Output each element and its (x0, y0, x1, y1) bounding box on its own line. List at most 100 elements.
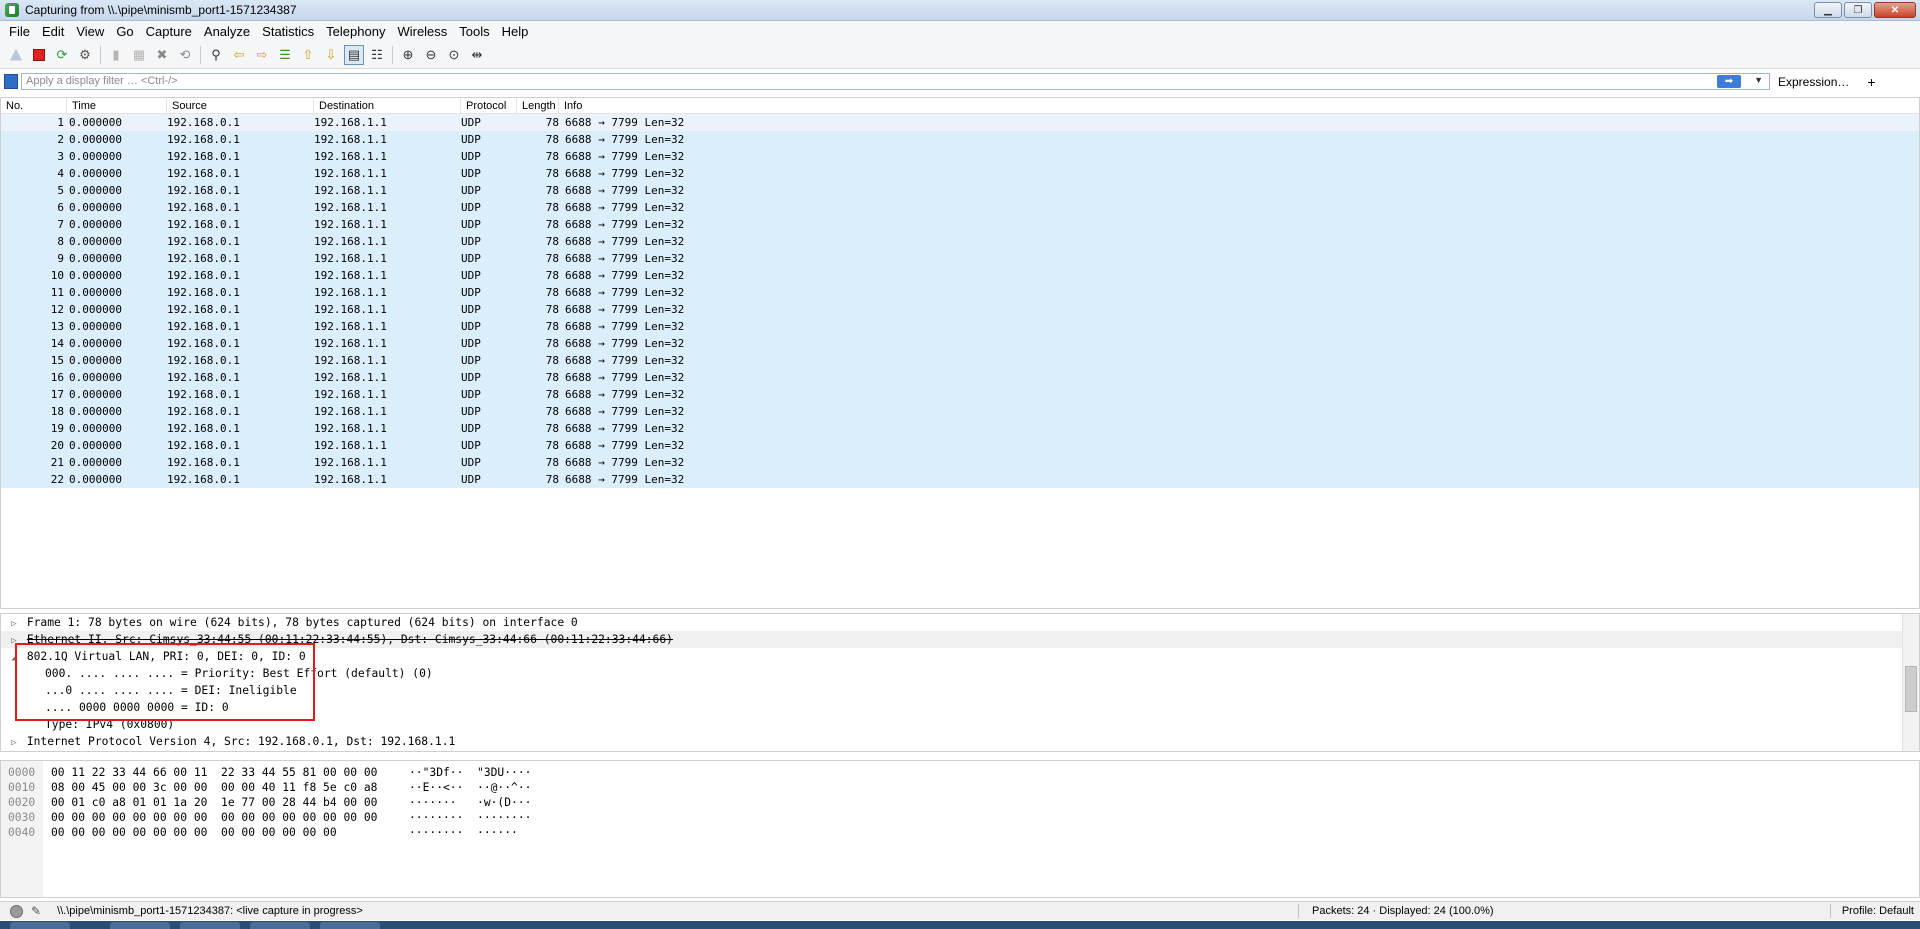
menu-edit[interactable]: Edit (36, 24, 70, 39)
packet-row[interactable]: 10 0.000000 192.168.0.1 192.168.1.1 UDP 78 668… (1, 267, 1919, 284)
cell-info: 6688 → 7799 Len=32 (565, 473, 685, 486)
cell-info: 6688 → 7799 Len=32 (565, 252, 685, 265)
expand-arrow-icon[interactable]: ▷ (8, 735, 20, 752)
detail-frame[interactable]: ▷ Frame 1: 78 bytes on wire (624 bits), … (1, 614, 1919, 631)
packet-row[interactable]: 1 0.000000 192.168.0.1 192.168.1.1 UDP 78 6688… (1, 114, 1919, 131)
taskbar-button[interactable] (250, 922, 310, 929)
details-scrollbar[interactable] (1902, 614, 1919, 751)
close-file-icon[interactable]: ✖ (152, 45, 172, 65)
filter-bookmark-icon[interactable] (4, 74, 18, 89)
start-capture-icon[interactable] (6, 45, 26, 65)
column-header-destination[interactable]: Destination (314, 98, 461, 113)
packet-row[interactable]: 8 0.000000 192.168.0.1 192.168.1.1 UDP 78 6688… (1, 233, 1919, 250)
cell-source: 192.168.0.1 (167, 456, 240, 469)
packet-row[interactable]: 21 0.000000 192.168.0.1 192.168.1.1 UDP 78 668… (1, 454, 1919, 471)
open-file-icon[interactable]: ▮ (106, 45, 126, 65)
bytes-row[interactable]: 0040 00 00 00 00 00 00 00 00 00 00 00 00 … (1, 825, 1919, 840)
stop-capture-icon[interactable] (29, 45, 49, 65)
cell-destination: 192.168.1.1 (314, 235, 387, 248)
cell-length: 78 (545, 371, 559, 384)
packet-row[interactable]: 14 0.000000 192.168.0.1 192.168.1.1 UDP 78 668… (1, 335, 1919, 352)
normal-size-icon[interactable]: ⊙ (444, 45, 464, 65)
taskbar-button[interactable] (110, 922, 170, 929)
column-header-no[interactable]: No. (1, 98, 67, 113)
add-filter-button[interactable]: + (1867, 74, 1875, 90)
cell-info: 6688 → 7799 Len=32 (565, 405, 685, 418)
zoom-in-icon[interactable]: ⊕ (398, 45, 418, 65)
menu-telephony[interactable]: Telephony (320, 24, 391, 39)
autoscroll-icon[interactable]: ▤ (344, 44, 364, 65)
display-filter-input[interactable]: Apply a display filter … <Ctrl-/> ➡ ▼ (21, 73, 1770, 90)
byte-hex: 00 00 00 00 00 00 00 00 00 00 00 00 00 0… (51, 826, 337, 839)
menu-help[interactable]: Help (496, 24, 535, 39)
cell-time: 0.000000 (69, 405, 122, 418)
expression-button[interactable]: Expression… (1778, 75, 1849, 89)
packet-row[interactable]: 7 0.000000 192.168.0.1 192.168.1.1 UDP 78 6688… (1, 216, 1919, 233)
packet-row[interactable]: 20 0.000000 192.168.0.1 192.168.1.1 UDP 78 668… (1, 437, 1919, 454)
packet-row[interactable]: 4 0.000000 192.168.0.1 192.168.1.1 UDP 78 6688… (1, 165, 1919, 182)
packet-row[interactable]: 15 0.000000 192.168.0.1 192.168.1.1 UDP 78 668… (1, 352, 1919, 369)
go-first-icon[interactable]: ⇧ (298, 45, 318, 65)
menu-go[interactable]: Go (110, 24, 139, 39)
restart-capture-icon[interactable]: ⟳ (52, 45, 72, 65)
go-back-icon[interactable]: ⇦ (229, 45, 249, 65)
menu-tools[interactable]: Tools (453, 24, 495, 39)
packet-row[interactable]: 6 0.000000 192.168.0.1 192.168.1.1 UDP 78 6688… (1, 199, 1919, 216)
menu-analyze[interactable]: Analyze (198, 24, 256, 39)
taskbar-button[interactable] (180, 922, 240, 929)
menu-statistics[interactable]: Statistics (256, 24, 320, 39)
menu-capture[interactable]: Capture (140, 24, 198, 39)
reload-file-icon[interactable]: ⟲ (175, 45, 195, 65)
go-forward-icon[interactable]: ⇨ (252, 45, 272, 65)
restore-icon[interactable]: ❐ (1844, 2, 1872, 18)
column-header-source[interactable]: Source (167, 98, 314, 113)
capture-options-icon[interactable]: ⚙ (75, 45, 95, 65)
column-header-length[interactable]: Length (517, 98, 559, 113)
taskbar-button[interactable] (320, 922, 380, 929)
menu-file[interactable]: File (3, 24, 36, 39)
packet-row[interactable]: 9 0.000000 192.168.0.1 192.168.1.1 UDP 78 6688… (1, 250, 1919, 267)
bytes-row[interactable]: 0010 08 00 45 00 00 3c 00 00 00 00 40 11 … (1, 780, 1919, 795)
find-packet-icon[interactable]: ⚲ (206, 45, 226, 65)
chevron-down-icon[interactable]: ▼ (1754, 75, 1763, 85)
close-icon[interactable]: ✕ (1874, 2, 1916, 18)
column-header-info[interactable]: Info (559, 98, 1919, 113)
bytes-row[interactable]: 0000 00 11 22 33 44 66 00 11 22 33 44 55 … (1, 765, 1919, 780)
apply-arrow-icon[interactable]: ➡ (1717, 75, 1741, 88)
go-last-icon[interactable]: ⇩ (321, 45, 341, 65)
column-header-protocol[interactable]: Protocol (461, 98, 517, 113)
packet-row[interactable]: 17 0.000000 192.168.0.1 192.168.1.1 UDP 78 668… (1, 386, 1919, 403)
menu-wireless[interactable]: Wireless (391, 24, 453, 39)
taskbar-button[interactable] (10, 922, 70, 929)
resize-columns-icon[interactable]: ⇹ (467, 45, 487, 65)
packet-bytes-pane[interactable]: 0000 00 11 22 33 44 66 00 11 22 33 44 55 … (0, 760, 1920, 898)
save-file-icon[interactable]: ▦ (129, 45, 149, 65)
column-header-time[interactable]: Time (67, 98, 167, 113)
menu-view[interactable]: View (70, 24, 110, 39)
bytes-row[interactable]: 0020 00 01 c0 a8 01 01 1a 20 1e 77 00 28 … (1, 795, 1919, 810)
packet-row[interactable]: 19 0.000000 192.168.0.1 192.168.1.1 UDP 78 668… (1, 420, 1919, 437)
go-to-packet-icon[interactable]: ☰ (275, 45, 295, 65)
minimize-icon[interactable]: ▁ (1814, 2, 1842, 18)
packet-row[interactable]: 11 0.000000 192.168.0.1 192.168.1.1 UDP 78 668… (1, 284, 1919, 301)
packet-row[interactable]: 2 0.000000 192.168.0.1 192.168.1.1 UDP 78 6688… (1, 131, 1919, 148)
detail-ipv4[interactable]: ▷ Internet Protocol Version 4, Src: 192.… (1, 733, 1919, 750)
colorize-icon[interactable]: ☷ (367, 45, 387, 65)
bytes-row[interactable]: 0030 00 00 00 00 00 00 00 00 00 00 00 00 … (1, 810, 1919, 825)
zoom-out-icon[interactable]: ⊖ (421, 45, 441, 65)
packet-row[interactable]: 5 0.000000 192.168.0.1 192.168.1.1 UDP 78 6688… (1, 182, 1919, 199)
expert-info-icon[interactable] (10, 904, 23, 918)
packet-row[interactable]: 22 0.000000 192.168.0.1 192.168.1.1 UDP 78 668… (1, 471, 1919, 488)
details-scrollbar-thumb[interactable] (1905, 666, 1917, 712)
cell-time: 0.000000 (69, 133, 122, 146)
capture-comment-icon[interactable]: ✎ (31, 904, 41, 918)
profile-label[interactable]: Profile: Default (1842, 905, 1914, 917)
packet-row[interactable]: 13 0.000000 192.168.0.1 192.168.1.1 UDP 78 668… (1, 318, 1919, 335)
packet-row[interactable]: 18 0.000000 192.168.0.1 192.168.1.1 UDP 78 668… (1, 403, 1919, 420)
packet-row[interactable]: 3 0.000000 192.168.0.1 192.168.1.1 UDP 78 6688… (1, 148, 1919, 165)
packet-list[interactable]: No. Time Source Destination Protocol Len… (0, 97, 1920, 609)
packet-row[interactable]: 12 0.000000 192.168.0.1 192.168.1.1 UDP 78 668… (1, 301, 1919, 318)
cell-length: 78 (545, 286, 559, 299)
packet-row[interactable]: 16 0.000000 192.168.0.1 192.168.1.1 UDP 78 668… (1, 369, 1919, 386)
cell-source: 192.168.0.1 (167, 422, 240, 435)
